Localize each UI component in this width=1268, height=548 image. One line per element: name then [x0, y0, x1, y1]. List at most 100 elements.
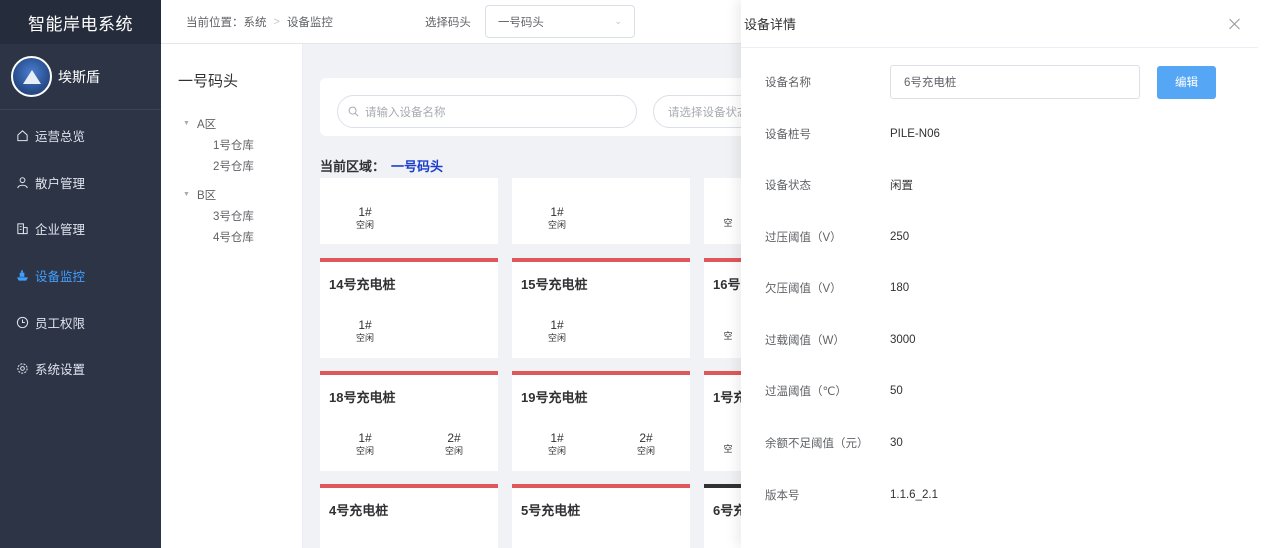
device-card[interactable]: 14号充电桩 1# 空闲 [320, 258, 498, 358]
port-status: 空闲 [355, 446, 374, 456]
search-input[interactable]: 请输入设备名称 [337, 95, 637, 128]
device-card[interactable]: 1号充 空 [704, 371, 746, 471]
breadcrumb-current: 设备监控 [286, 16, 333, 29]
current-area-label: 当前区域： [320, 159, 386, 174]
menu-item-staff-permission[interactable]: 员工权限 [0, 299, 161, 346]
port: 2# 空闲 [434, 431, 474, 457]
device-card[interactable]: 19号充电桩 1# 空闲 2# 空闲 [512, 371, 690, 471]
dock-select-value: 一号码头 [497, 16, 544, 29]
menu-item-overview[interactable]: 运营总览 [0, 112, 161, 159]
port: 空 [718, 217, 738, 229]
port-number: 2# [447, 431, 461, 445]
home-icon [16, 129, 29, 142]
avatar[interactable] [11, 56, 52, 97]
tree-leaf[interactable]: 2号仓库 [161, 155, 302, 176]
tree-group: ▼ A区 1号仓库 2号仓库 [161, 113, 302, 176]
menu-item-enterprise[interactable]: 企业管理 [0, 205, 161, 252]
form-value: 180 [890, 282, 910, 294]
form-row-device-name: 设备名称 6号充电桩 编辑 [765, 65, 1245, 99]
menu-label: 设备监控 [35, 269, 86, 284]
user-profile[interactable]: 埃斯盾 [0, 44, 161, 110]
device-card[interactable]: 6号充 [704, 484, 746, 548]
device-card-title: 19号充电桩 [521, 390, 588, 405]
menu-item-retail[interactable]: 散户管理 [0, 159, 161, 206]
clock-icon [16, 316, 29, 329]
tree-group: ▼ B区 3号仓库 4号仓库 [161, 184, 302, 247]
menu-label: 企业管理 [35, 223, 86, 238]
close-icon[interactable] [1229, 18, 1241, 30]
form-row: 余额不足阈值（元） 30 [765, 426, 1245, 460]
breadcrumb: 当前位置：系统 > 设备监控 [186, 14, 333, 30]
port-number: 1# [550, 431, 564, 445]
form-row: 过温阈值（℃） 50 [765, 374, 1245, 408]
caret-down-icon[interactable]: ▼ [183, 120, 190, 127]
port: 1# 空闲 [537, 431, 577, 457]
menu-item-device-monitor[interactable]: 设备监控 [0, 252, 161, 299]
port: 2# 空闲 [626, 431, 666, 457]
tree-leaf[interactable]: 3号仓库 [161, 205, 302, 226]
device-card[interactable]: 1# 空闲 [512, 178, 690, 244]
port-status: 空闲 [547, 220, 566, 230]
port: 空 [718, 443, 738, 455]
form-label: 版本号 [765, 490, 800, 502]
port-number: 1# [550, 205, 564, 219]
building-icon [16, 222, 29, 235]
tree-leaf[interactable]: 1号仓库 [161, 134, 302, 155]
user-name: 埃斯盾 [58, 68, 100, 85]
gear-icon [16, 362, 29, 375]
port-status: 空闲 [355, 333, 374, 343]
port-number: 1# [358, 431, 372, 445]
status-placeholder: 请选择设备状态 [668, 106, 749, 119]
menu-item-system-settings[interactable]: 系统设置 [0, 345, 161, 392]
device-card[interactable]: 1# 空闲 [320, 178, 498, 244]
form-label: 设备名称 [765, 77, 811, 89]
form-label: 余额不足阈值（元） [765, 438, 869, 450]
device-card[interactable]: 16号 空 [704, 258, 744, 358]
device-card[interactable]: 空 [704, 178, 744, 244]
port: 1# 空闲 [537, 318, 577, 344]
form-value: 250 [890, 231, 910, 243]
form-row: 欠压阈值（V） 180 [765, 271, 1245, 305]
form-label: 欠压阈值（V） [765, 283, 842, 295]
device-card[interactable]: 5号充电桩 [512, 484, 690, 548]
menu-label: 运营总览 [35, 129, 86, 144]
port-status: 空闲 [547, 333, 566, 343]
breadcrumb-prefix[interactable]: 当前位置：系统 [186, 14, 267, 30]
chevron-right-icon: > [273, 15, 280, 28]
drawer-header: 设备详情 [741, 0, 1258, 48]
port: 1# 空闲 [537, 205, 577, 231]
form-row: 过压阈值（V） 250 [765, 220, 1245, 254]
device-card-title: 4号充电桩 [329, 503, 389, 518]
form-row: 设备状态 闲置 [765, 168, 1245, 202]
device-card[interactable]: 18号充电桩 1# 空闲 2# 空闲 [320, 371, 498, 471]
tree-node-label: A区 [196, 118, 217, 131]
tree-title[interactable]: 一号码头 [178, 70, 302, 91]
port-status: 空 [723, 218, 733, 228]
user-icon [16, 176, 29, 189]
form-value: PILE-N06 [890, 128, 940, 140]
caret-down-icon[interactable]: ▼ [183, 191, 190, 198]
device-card-title: 16号 [713, 277, 741, 292]
form-label: 过压阈值（V） [765, 232, 842, 244]
device-card-title: 18号充电桩 [329, 390, 396, 405]
device-name-value: 6号充电桩 [904, 77, 957, 89]
search-icon [348, 106, 359, 117]
form-label: 设备桩号 [765, 129, 811, 141]
drawer-title: 设备详情 [744, 17, 797, 32]
port-number: 1# [358, 205, 372, 219]
tree-node-a[interactable]: ▼ A区 [161, 113, 302, 134]
current-area: 当前区域： 一号码头 [320, 156, 443, 175]
edit-button[interactable]: 编辑 [1157, 65, 1216, 99]
brand-title: 智能岸电系统 [0, 0, 161, 44]
device-name-input[interactable]: 6号充电桩 [890, 65, 1140, 99]
port-number: 2# [639, 431, 653, 445]
dock-select[interactable]: 一号码头 ⌄ [484, 5, 635, 38]
device-card[interactable]: 15号充电桩 1# 空闲 [512, 258, 690, 358]
form-row: 过载阈值（W） 3000 [765, 323, 1245, 357]
tree-leaf[interactable]: 4号仓库 [161, 226, 302, 247]
device-card[interactable]: 4号充电桩 [320, 484, 498, 548]
port-status: 空闲 [547, 446, 566, 456]
form-label: 过温阈值（℃） [765, 386, 847, 398]
device-detail-drawer: 设备详情 设备名称 6号充电桩 编辑 设备桩号 PILE-N06 设备状态 闲置… [741, 0, 1268, 548]
tree-node-b[interactable]: ▼ B区 [161, 184, 302, 205]
